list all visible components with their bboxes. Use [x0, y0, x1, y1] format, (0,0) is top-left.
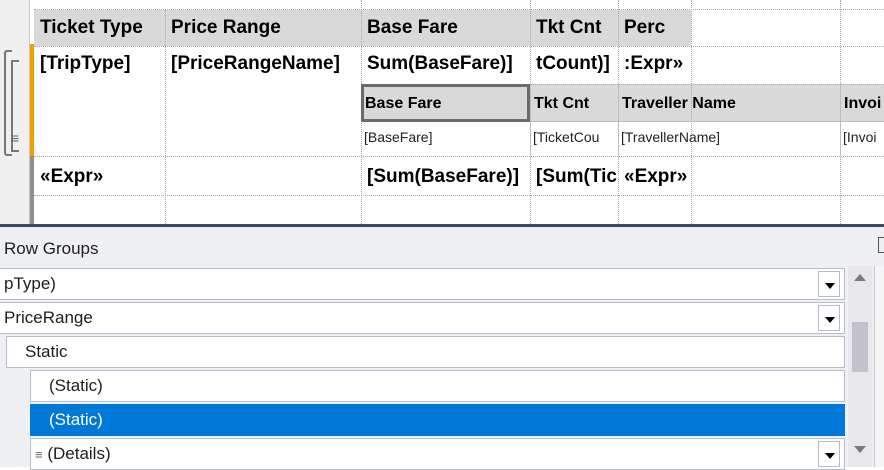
header-perc[interactable]: Perc: [618, 17, 691, 39]
cell-perc-expr[interactable]: :Expr»: [618, 53, 691, 75]
group-label: PriceRange: [4, 308, 93, 327]
right-panel-edge: [874, 266, 884, 467]
sub-header-invoice[interactable]: Invoi: [840, 94, 884, 114]
row-line: [34, 156, 884, 157]
report-designer-canvas: ≡ Ticket Type Price Range Base Fare Tkt …: [0, 0, 884, 224]
group-label: (Details): [47, 444, 111, 463]
chevron-down-icon[interactable]: [818, 271, 840, 297]
header-tkt-cnt[interactable]: Tkt Cnt: [530, 17, 618, 39]
details-icon: ≡: [35, 447, 43, 462]
total-sum-ticket[interactable]: [Sum(Tic: [530, 166, 618, 188]
sub-cell-ticket-count[interactable]: [TicketCou: [530, 128, 618, 146]
col-line: [165, 10, 166, 224]
cell-trip-type[interactable]: [TripType]: [34, 53, 165, 75]
group-row-details[interactable]: ≡ (Details): [30, 438, 845, 470]
group-label: pType): [4, 274, 56, 293]
group-row-price-range[interactable]: PriceRange: [0, 302, 845, 334]
header-base-fare[interactable]: Base Fare: [361, 17, 530, 39]
row-line: [34, 46, 884, 47]
sub-cell-traveller-name[interactable]: [TravellerName]: [618, 128, 840, 146]
group-label: (Static): [49, 410, 103, 429]
group-row-static-selected[interactable]: (Static): [30, 404, 845, 436]
total-sum-base-fare[interactable]: [Sum(BaseFare)]: [361, 166, 530, 188]
group-row-trip-type[interactable]: pType): [0, 268, 845, 300]
chevron-down-icon[interactable]: [818, 305, 840, 331]
total-perc-expr[interactable]: «Expr»: [618, 166, 691, 188]
group-row-static-child[interactable]: (Static): [30, 370, 845, 402]
group-label: Static: [25, 342, 68, 361]
sub-header-traveller-name[interactable]: Traveller Name: [618, 94, 840, 114]
row-groups-title: Row Groups: [4, 239, 99, 258]
group-label: (Static): [49, 376, 103, 395]
sub-cell-base-fare[interactable]: [BaseFare]: [361, 128, 530, 146]
header-price-range[interactable]: Price Range: [165, 17, 361, 39]
cell-ticket-count[interactable]: tCount)]: [530, 53, 618, 75]
details-row-icon: ≡: [11, 130, 20, 146]
chevron-down-icon[interactable]: [818, 441, 840, 467]
sub-cell-invoice[interactable]: [Invoi: [840, 128, 884, 146]
panel-menu-icon[interactable]: [878, 237, 884, 253]
row-line: [34, 195, 884, 196]
scroll-up-arrow-icon[interactable]: [854, 274, 866, 281]
sub-header-tkt-cnt[interactable]: Tkt Cnt: [530, 94, 618, 114]
scrollbar-thumb[interactable]: [852, 322, 868, 372]
header-ticket-type[interactable]: Ticket Type: [34, 17, 165, 39]
row-line: [34, 9, 884, 10]
total-expr[interactable]: «Expr»: [34, 166, 361, 188]
group-row-static[interactable]: Static: [6, 336, 845, 368]
scroll-down-arrow-icon[interactable]: [854, 446, 866, 453]
cell-sum-base-fare[interactable]: Sum(BaseFare)]: [361, 53, 530, 75]
selected-cell-outline[interactable]: [361, 84, 530, 122]
cell-price-range-name[interactable]: [PriceRangeName]: [165, 53, 361, 75]
